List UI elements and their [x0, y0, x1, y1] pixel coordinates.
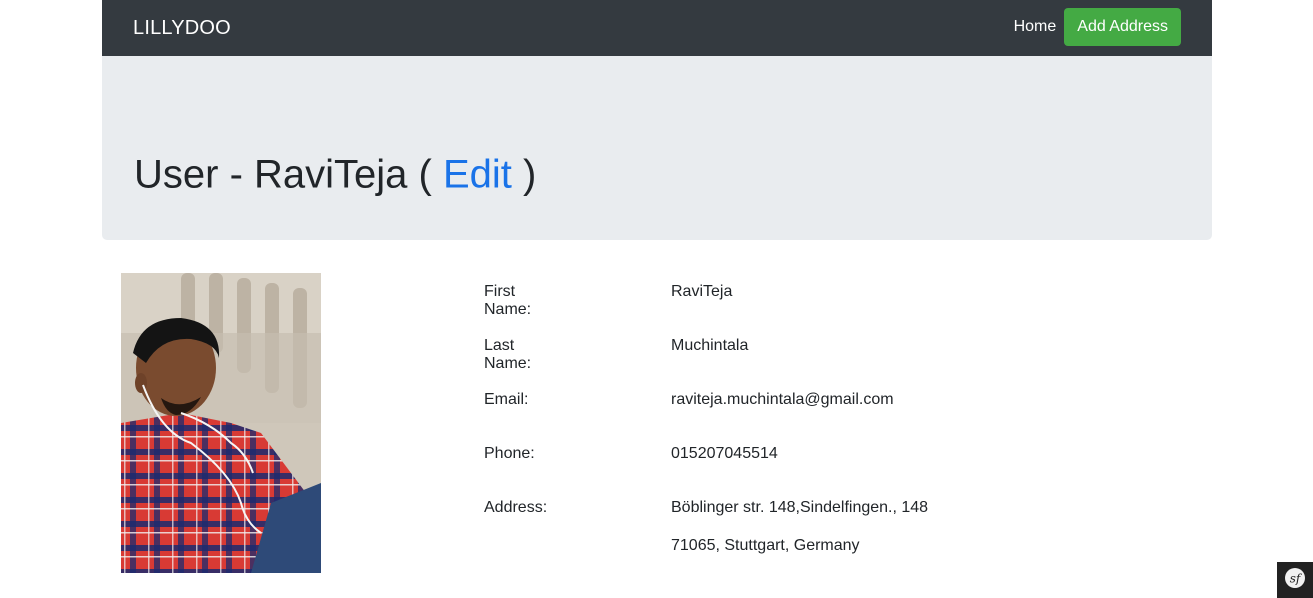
last-name-label: Last Name:	[484, 337, 532, 372]
user-photo	[121, 273, 321, 573]
email-label: Email:	[484, 391, 529, 408]
phone-label: Phone:	[484, 445, 535, 462]
phone-value: 015207045514	[671, 445, 778, 462]
navbar: LILLYDOO Home Add Address	[102, 0, 1212, 56]
page-title-prefix: User - RaviTeja (	[134, 152, 432, 197]
first-name-label: First Name:	[484, 283, 532, 318]
symfony-icon: sf	[1284, 567, 1306, 594]
brand-link[interactable]: LILLYDOO	[133, 17, 231, 40]
edit-link[interactable]: Edit	[443, 153, 512, 197]
address-line-2: 71065, Stuttgart, Germany	[671, 537, 860, 554]
nav-home-link[interactable]: Home	[1014, 18, 1057, 36]
email-value: raviteja.muchintala@gmail.com	[671, 391, 894, 408]
address-line-1: Böblinger str. 148,Sindelfingen., 148	[671, 499, 929, 516]
page-title-suffix: )	[523, 152, 537, 197]
page-title: User - RaviTeja ( Edit )	[134, 153, 536, 198]
symfony-toolbar-toggle[interactable]: sf	[1277, 562, 1313, 598]
first-name-value: RaviTeja	[671, 283, 733, 300]
address-label: Address:	[484, 499, 548, 516]
page-container: LILLYDOO Home Add Address User - RaviTej…	[102, 0, 1212, 573]
last-name-value: Muchintala	[671, 337, 749, 354]
page-header: User - RaviTeja ( Edit )	[102, 56, 1212, 240]
navbar-actions: Home Add Address	[1014, 8, 1181, 46]
add-address-button[interactable]: Add Address	[1064, 8, 1181, 46]
